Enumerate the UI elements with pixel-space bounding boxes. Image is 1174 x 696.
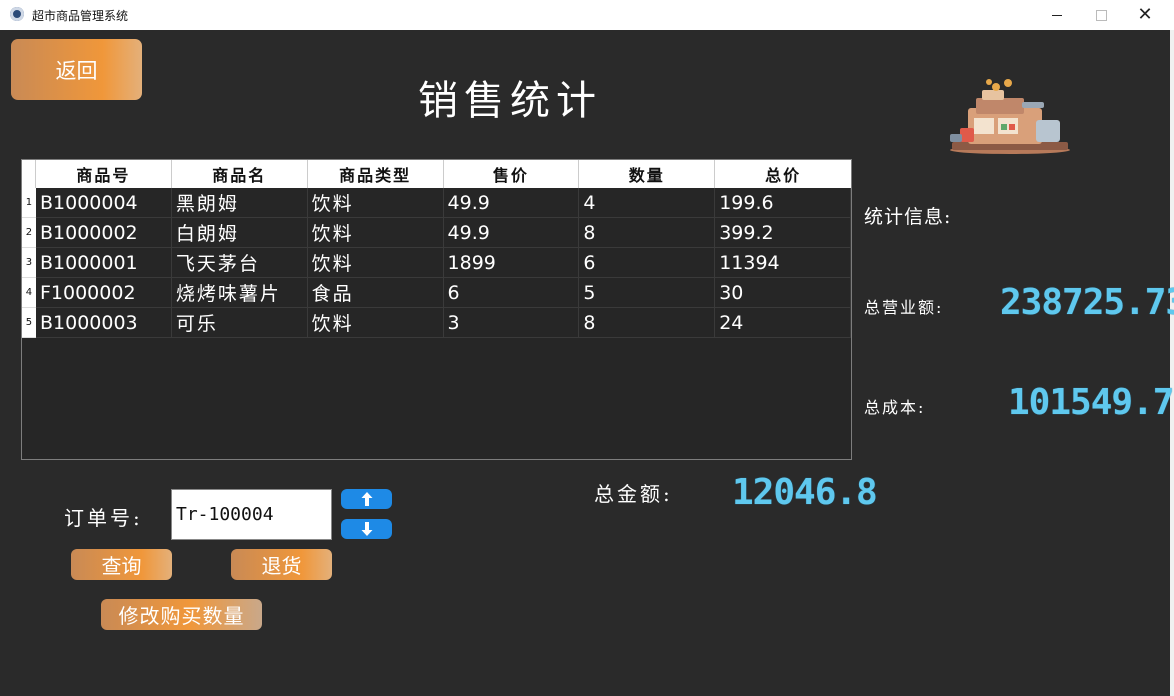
arrow-up-icon	[361, 492, 372, 506]
page-title: 销售统计	[418, 78, 602, 124]
cell-product-type[interactable]: 饮料	[307, 218, 444, 248]
cell-price[interactable]: 6	[443, 278, 580, 308]
total-revenue-label: 总营业额:	[864, 298, 944, 317]
arrow-down-icon	[361, 522, 372, 536]
total-cost-value: 101549.79	[1008, 382, 1174, 423]
cell-price[interactable]: 1899	[443, 248, 580, 278]
column-header-product-type[interactable]: 商品类型	[308, 160, 444, 188]
cell-product-id[interactable]: B1000004	[35, 188, 172, 218]
cell-product-name[interactable]: 飞天茅台	[171, 248, 308, 278]
column-header-total[interactable]: 总价	[715, 160, 851, 188]
cell-product-id[interactable]: F1000002	[35, 278, 172, 308]
cell-total[interactable]: 199.6	[715, 188, 852, 218]
cell-quantity[interactable]: 5	[579, 278, 716, 308]
column-header-product-id[interactable]: 商品号	[36, 160, 172, 188]
cell-product-type[interactable]: 食品	[307, 278, 444, 308]
close-button[interactable]: ✕	[1122, 0, 1168, 30]
window-titlebar: 超市商品管理系统 ✕	[0, 0, 1174, 30]
sales-table: 商品号 商品名 商品类型 售价 数量 总价 1 B1000004 黑朗姆 饮料 …	[21, 159, 852, 460]
table-row[interactable]: 1 B1000004 黑朗姆 饮料 49.9 4 199.6	[22, 188, 852, 218]
back-button[interactable]: 返回	[11, 39, 142, 100]
table-row[interactable]: 5 B1000003 可乐 饮料 3 8 24	[22, 308, 852, 338]
total-amount-label: 总金额:	[594, 482, 673, 506]
cell-product-name[interactable]: 可乐	[171, 308, 308, 338]
total-revenue-value: 238725.73	[1000, 282, 1174, 323]
window-right-edge	[1170, 30, 1174, 696]
cell-total[interactable]: 30	[715, 278, 852, 308]
cell-product-type[interactable]: 饮料	[307, 188, 444, 218]
row-number[interactable]: 3	[22, 248, 36, 278]
minimize-icon	[1052, 14, 1062, 16]
maximize-button[interactable]	[1078, 0, 1124, 30]
minimize-button[interactable]	[1034, 0, 1080, 30]
order-up-button[interactable]	[341, 489, 392, 509]
cell-total[interactable]: 24	[715, 308, 852, 338]
column-header-product-name[interactable]: 商品名	[172, 160, 308, 188]
row-number[interactable]: 2	[22, 218, 36, 248]
table-header: 商品号 商品名 商品类型 售价 数量 总价	[22, 160, 851, 188]
cell-product-name[interactable]: 黑朗姆	[171, 188, 308, 218]
total-cost-label: 总成本:	[864, 398, 926, 417]
total-amount-value: 12046.8	[732, 472, 878, 513]
table-corner[interactable]	[22, 160, 36, 188]
table-row[interactable]: 3 B1000001 飞天茅台 饮料 1899 6 11394	[22, 248, 852, 278]
order-number-label: 订单号:	[64, 506, 143, 530]
cell-quantity[interactable]: 8	[579, 308, 716, 338]
cell-total[interactable]: 11394	[715, 248, 852, 278]
cell-quantity[interactable]: 6	[579, 248, 716, 278]
modify-quantity-button[interactable]: 修改购买数量	[101, 599, 262, 630]
stat-info-label: 统计信息:	[864, 206, 952, 228]
cell-product-id[interactable]: B1000002	[35, 218, 172, 248]
column-header-price[interactable]: 售价	[444, 160, 580, 188]
cell-price[interactable]: 3	[443, 308, 580, 338]
order-down-button[interactable]	[341, 519, 392, 539]
cell-product-id[interactable]: B1000003	[35, 308, 172, 338]
row-number[interactable]: 4	[22, 278, 36, 308]
cell-total[interactable]: 399.2	[715, 218, 852, 248]
column-header-quantity[interactable]: 数量	[579, 160, 716, 188]
close-icon: ✕	[1137, 4, 1153, 25]
cell-product-type[interactable]: 饮料	[307, 248, 444, 278]
cell-price[interactable]: 49.9	[443, 188, 580, 218]
window-title: 超市商品管理系统	[32, 9, 129, 23]
cell-quantity[interactable]: 8	[579, 218, 716, 248]
cell-product-name[interactable]: 白朗姆	[171, 218, 308, 248]
cash-register-icon	[950, 79, 1070, 154]
table-row[interactable]: 4 F1000002 烧烤味薯片 食品 6 5 30	[22, 278, 852, 308]
cell-product-type[interactable]: 饮料	[307, 308, 444, 338]
app-logo-icon	[10, 7, 24, 21]
query-button[interactable]: 查询	[71, 549, 172, 580]
maximize-icon	[1095, 9, 1107, 21]
cell-price[interactable]: 49.9	[443, 218, 580, 248]
row-number[interactable]: 5	[22, 308, 36, 338]
cell-quantity[interactable]: 4	[579, 188, 716, 218]
table-row[interactable]: 2 B1000002 白朗姆 饮料 49.9 8 399.2	[22, 218, 852, 248]
row-number[interactable]: 1	[22, 188, 36, 218]
cell-product-name[interactable]: 烧烤味薯片	[171, 278, 308, 308]
cell-product-id[interactable]: B1000001	[35, 248, 172, 278]
return-goods-button[interactable]: 退货	[231, 549, 332, 580]
order-number-input[interactable]	[171, 489, 332, 540]
